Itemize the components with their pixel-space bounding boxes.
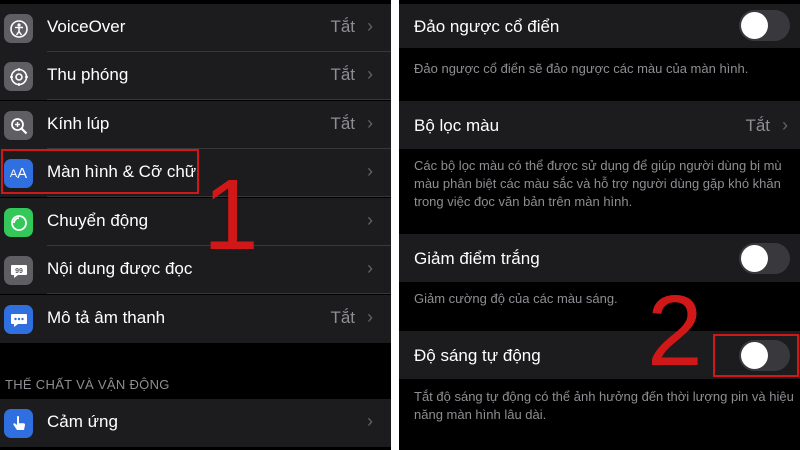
row-classic-invert: Đảo ngược cổ điển <box>399 4 800 48</box>
chevron-right-icon: › <box>367 210 373 230</box>
toggle-knob <box>741 12 768 39</box>
separator <box>47 293 391 294</box>
row-label: Mô tả âm thanh <box>47 308 166 327</box>
row-zoom[interactable]: Thu phóng Tắt › <box>0 52 391 100</box>
spoken-content-icon: 99 <box>4 256 33 285</box>
zoom-icon <box>4 62 33 91</box>
chevron-right-icon: › <box>367 258 373 278</box>
classic-invert-toggle[interactable] <box>739 10 790 41</box>
row-label: Đảo ngược cổ điển <box>414 17 560 36</box>
row-label: Chuyển động <box>47 211 149 230</box>
row-value: Tắt <box>330 114 355 133</box>
row-value: Tắt <box>330 17 355 36</box>
chevron-right-icon: › <box>367 161 373 181</box>
right-settings-panel: Đảo ngược cổ điển Đảo ngược cổ điển sẽ đ… <box>399 0 800 450</box>
svg-text:99: 99 <box>15 268 23 275</box>
row-value: Tắt <box>745 116 770 135</box>
annotation-number-1: 1 <box>203 159 259 271</box>
left-settings-panel: VoiceOver Tắt › Thu phóng Tắt › Kính lúp… <box>0 0 391 450</box>
classic-invert-footer: Đảo ngược cổ điển sẽ đảo ngược các màu c… <box>414 61 749 76</box>
chevron-right-icon: › <box>367 411 373 431</box>
panel-divider <box>391 0 399 450</box>
color-filters-footer: Các bộ lọc màu có thể được sử dụng để gi… <box>414 158 782 209</box>
auto-brightness-footer: Tắt độ sáng tự động có thể ảnh hưởng đến… <box>414 389 794 422</box>
row-value: Tắt <box>330 65 355 84</box>
magnifier-icon <box>4 111 33 140</box>
reduce-white-point-toggle[interactable] <box>739 243 790 274</box>
row-voiceover[interactable]: VoiceOver Tắt › <box>0 4 391 52</box>
highlight-box-auto-brightness <box>713 334 799 377</box>
chevron-right-icon: › <box>782 115 788 135</box>
row-label: Thu phóng <box>47 65 129 84</box>
section-header: THỂ CHẤT VÀ VẬN ĐỘNG <box>5 377 170 392</box>
chevron-right-icon: › <box>367 16 373 36</box>
row-value: Tắt <box>330 308 355 327</box>
row-label: Cảm ứng <box>47 412 118 431</box>
highlight-box-display-text-size <box>1 149 199 194</box>
row-motion[interactable]: Chuyển động › <box>0 198 391 246</box>
row-label: Độ sáng tự động <box>414 346 541 365</box>
motion-icon <box>4 208 33 237</box>
toggle-knob <box>741 245 768 272</box>
chevron-right-icon: › <box>367 307 373 327</box>
chevron-right-icon: › <box>367 113 373 133</box>
audio-descriptions-icon <box>4 305 33 334</box>
separator <box>47 99 391 100</box>
reduce-white-point-footer: Giảm cường độ của các màu sáng. <box>414 291 618 306</box>
row-color-filters[interactable]: Bộ lọc màu Tắt › <box>399 101 800 149</box>
annotation-number-2: 2 <box>647 275 703 387</box>
row-magnifier[interactable]: Kính lúp Tắt › <box>0 101 391 149</box>
row-audio-descriptions[interactable]: Mô tả âm thanh Tắt › <box>0 295 391 343</box>
row-label: Kính lúp <box>47 114 110 133</box>
row-reduce-white-point: Giảm điểm trắng <box>399 234 800 282</box>
row-label: Bộ lọc màu <box>414 116 500 135</box>
voiceover-icon <box>4 14 33 43</box>
row-spoken-content[interactable]: 99 Nội dung được đọc › <box>0 246 391 294</box>
row-label: Giảm điểm trắng <box>414 249 540 268</box>
touch-icon <box>4 409 33 438</box>
row-label: VoiceOver <box>47 17 126 36</box>
row-touch[interactable]: Cảm ứng › <box>0 399 391 447</box>
chevron-right-icon: › <box>367 64 373 84</box>
row-label: Nội dung được đọc <box>47 259 193 278</box>
